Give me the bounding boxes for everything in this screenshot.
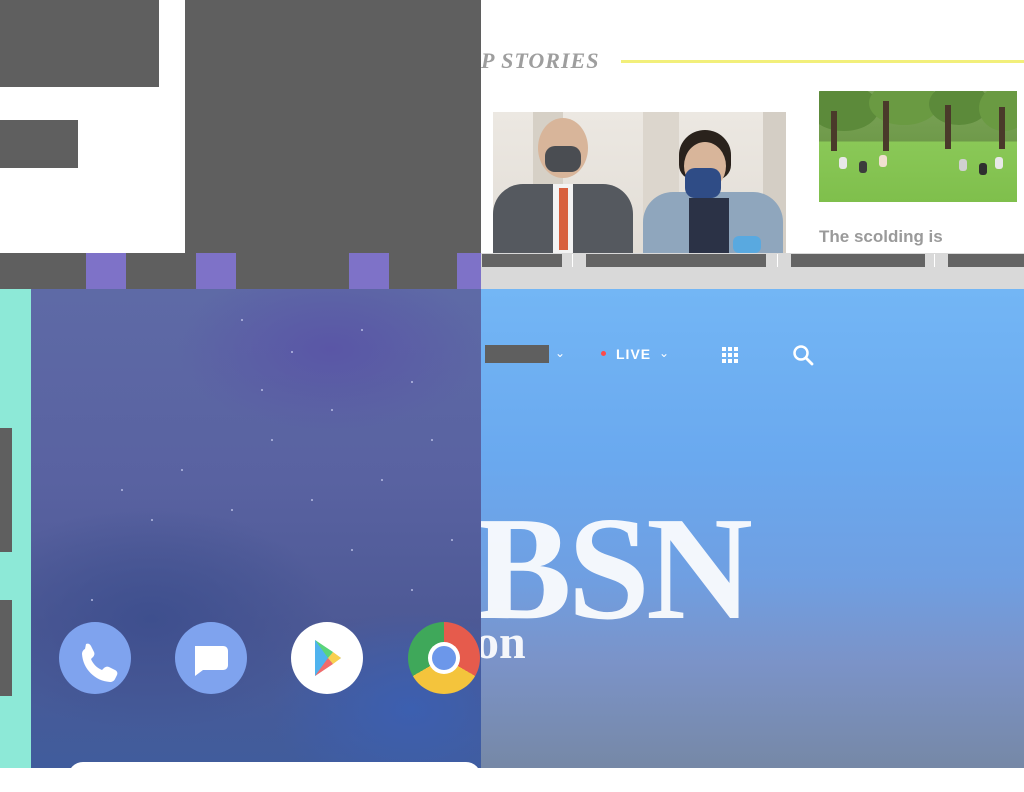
chrome-app-icon[interactable]	[408, 622, 480, 694]
top-stories-heading: P STORIES	[481, 48, 600, 73]
story-photo-park[interactable]	[819, 91, 1017, 202]
redacted-block	[0, 0, 159, 87]
story-photo-masked-people[interactable]	[493, 112, 786, 253]
section-divider	[621, 60, 1024, 63]
redacted-block	[0, 600, 12, 696]
chevron-down-icon[interactable]: ⌄	[659, 346, 669, 360]
redacted-tab[interactable]	[0, 253, 86, 289]
redacted-block	[185, 0, 481, 253]
redacted-block	[0, 120, 78, 168]
redacted-link[interactable]	[482, 254, 562, 267]
news-website-panel: P STORIES The scolding is	[481, 0, 1024, 253]
redacted-block	[0, 428, 12, 552]
play-store-app-icon[interactable]	[291, 622, 363, 694]
redacted-link[interactable]	[791, 254, 925, 267]
redacted-link[interactable]	[586, 254, 766, 267]
redacted-tab[interactable]	[389, 253, 457, 289]
tab[interactable]	[86, 253, 126, 289]
story-headline[interactable]: The scolding is	[819, 227, 943, 247]
redacted-tab[interactable]	[126, 253, 196, 289]
chrome-icon	[428, 642, 460, 674]
play-store-icon	[315, 640, 341, 676]
live-indicator-dot	[601, 351, 606, 356]
phone-icon	[82, 643, 118, 682]
tab[interactable]	[349, 253, 389, 289]
home-search-bar[interactable]	[68, 762, 481, 792]
tab[interactable]	[196, 253, 236, 289]
phone-app-icon[interactable]	[59, 622, 131, 694]
messages-app-icon[interactable]	[175, 622, 247, 694]
redacted-tab[interactable]	[236, 253, 349, 289]
redacted-nav-item[interactable]	[485, 345, 549, 363]
search-icon[interactable]	[792, 344, 814, 366]
tab-strip	[0, 253, 1024, 289]
network-website-panel: ⌄ LIVE ⌄ BSN on	[481, 289, 1024, 768]
android-home-screen	[31, 289, 481, 768]
grid-icon[interactable]	[722, 347, 738, 363]
redacted-link[interactable]	[948, 254, 1024, 267]
network-logo-suffix: on	[481, 616, 526, 669]
messages-icon	[195, 646, 228, 676]
chevron-down-icon[interactable]: ⌄	[555, 346, 565, 360]
live-nav-item[interactable]: LIVE	[616, 346, 651, 362]
tab[interactable]	[457, 253, 481, 289]
